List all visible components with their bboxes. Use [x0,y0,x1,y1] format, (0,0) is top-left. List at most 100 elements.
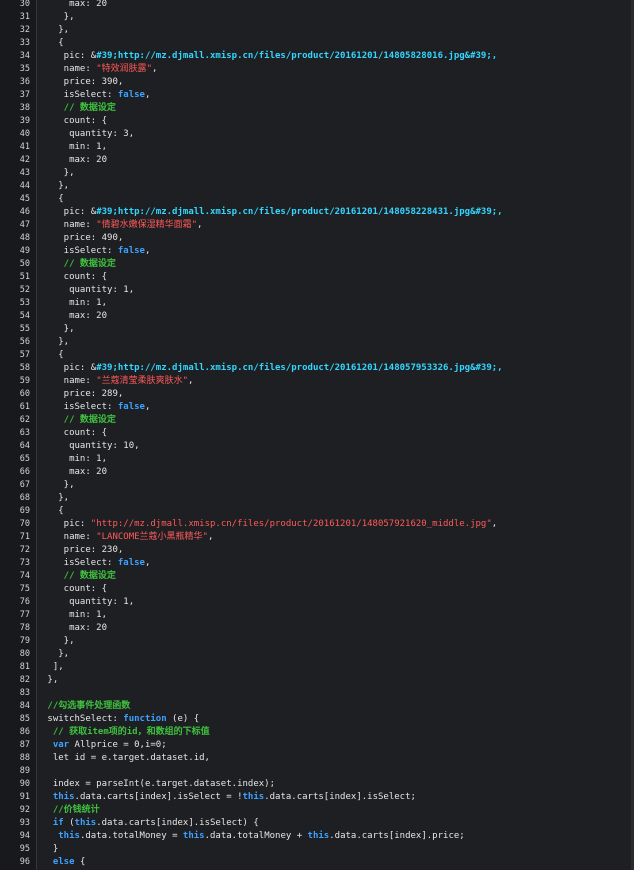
code-token: min: 1, [42,610,108,620]
code-line: 57 { [0,349,634,362]
code-token: }, [42,12,75,22]
code-line: 86 // 获取item项的id，和数组的下标值 [0,726,634,739]
line-number: 85 [19,714,30,724]
code-token: , [197,220,203,230]
code-text: if (this.data.carts[index].isSelect) { [42,817,259,830]
code-text: } [42,843,58,856]
line-number: 46 [19,207,30,217]
code-token: pic: [42,207,91,217]
code-token: , [207,532,214,542]
code-token: count: { [42,272,108,282]
code-token: min: 1, [42,454,108,464]
code-token: .data.carts[index].isSelect = ! [74,792,243,802]
code-line: 53 min: 1, [0,297,634,310]
line-number: 66 [19,467,30,477]
code-line: 77 min: 1, [0,609,634,622]
code-line: 70 pic: "http://mz.djmall.xmisp.cn/files… [0,518,634,531]
line-number: 45 [19,194,30,204]
line-number: 39 [19,116,30,126]
code-area[interactable]: 30 max: 20 31 }, 32 }, 33 {34 pic: &#39;htt… [0,0,634,869]
line-number: 72 [19,545,30,555]
code-line: 93 if (this.data.carts[index].isSelect) … [0,817,634,830]
code-token: }, [42,25,70,35]
code-token: { [42,350,64,360]
code-token: #39;http://mz.djmall.xmisp.cn/files/prod… [96,207,503,217]
code-text: quantity: 10, [42,440,139,453]
line-number: 62 [19,415,30,425]
code-text: max: 20 [42,0,107,11]
code-line: 62 // 数据设定 [0,414,634,427]
code-text: count: { [42,427,107,440]
code-token: "LANCOME兰蔻小黑瓶精华" [96,532,208,542]
code-text: }, [42,11,75,24]
code-token: quantity: 1, [42,285,135,295]
line-number: 79 [19,636,30,646]
line-number: 40 [19,129,30,139]
code-text: index = parseInt(e.target.dataset.index)… [42,778,275,791]
code-line: 69 { [0,505,634,518]
code-line: 40 quantity: 3, [0,128,634,141]
line-number: 67 [19,480,30,490]
code-token: max: 20 [42,155,108,165]
line-number: 56 [19,337,30,347]
code-line: 30 max: 20 [0,0,634,11]
code-line: 52 quantity: 1, [0,284,634,297]
code-text: price: 289, [42,388,124,401]
code-line: 91 this.data.carts[index].isSelect = !th… [0,791,634,804]
code-token: , [152,64,158,74]
code-token: isSelect: [42,402,118,412]
code-token: .data.carts[index].isSelect; [264,792,416,802]
code-token: , [144,246,151,256]
code-line: 71 name: "LANCOME兰蔻小黑瓶精华", [0,531,634,544]
code-token: "特效润肤露" [96,64,153,74]
code-text: max: 20 [42,154,107,167]
code-editor[interactable]: 30 max: 20 31 }, 32 }, 33 {34 pic: &#39;htt… [0,0,634,870]
line-number: 93 [19,818,30,828]
code-line: 38 // 数据设定 [0,102,634,115]
line-number: 80 [19,649,30,659]
code-token: function [123,714,167,724]
code-text: isSelect: false, [42,245,151,258]
code-text: // 数据设定 [42,102,116,115]
line-number: 48 [19,233,30,243]
line-number: 83 [19,688,30,698]
code-token: pic: [42,51,91,61]
code-text: name: "特效润肤露", [42,63,158,76]
line-number: 69 [19,506,30,516]
code-line: 65 min: 1, [0,453,634,466]
code-token: ( [63,818,75,828]
line-number: 54 [19,311,30,321]
code-line: 49 isSelect: false, [0,245,634,258]
code-line: 58 pic: &#39;http://mz.djmall.xmisp.cn/f… [0,362,634,375]
code-token: switchSelect: [42,714,124,724]
code-token: //价钱统计 [42,805,100,815]
code-line: 50 // 数据设定 [0,258,634,271]
code-text: }, [42,180,69,193]
code-text: isSelect: false, [42,401,151,414]
line-number: 81 [19,662,30,672]
code-text: price: 390, [42,76,124,89]
line-number: 36 [19,77,30,87]
code-token: min: 1, [42,142,108,152]
code-text: name: "兰蔻清莹柔肤爽肤水", [42,375,194,388]
code-line: 46 pic: &#39;http://mz.djmall.xmisp.cn/f… [0,206,634,219]
code-token: max: 20 [42,467,108,477]
code-line: 73 isSelect: false, [0,557,634,570]
code-line: 84 //勾选事件处理函数 [0,700,634,713]
code-token: false [117,90,145,100]
code-token: index = parseInt(e.target.dataset.index)… [42,779,275,789]
code-token: pic: [42,363,91,373]
code-text: max: 20 [42,310,107,323]
code-line: 82 }, [0,674,634,687]
code-line: 39 count: { [0,115,634,128]
code-line: 90 index = parseInt(e.target.dataset.ind… [0,778,634,791]
line-number: 60 [19,389,30,399]
code-token: // 数据设定 [42,103,116,113]
line-number: 95 [19,844,30,854]
code-token: (e) { [166,714,200,724]
code-text: min: 1, [42,297,107,310]
line-number: 82 [19,675,30,685]
line-number: 73 [19,558,30,568]
